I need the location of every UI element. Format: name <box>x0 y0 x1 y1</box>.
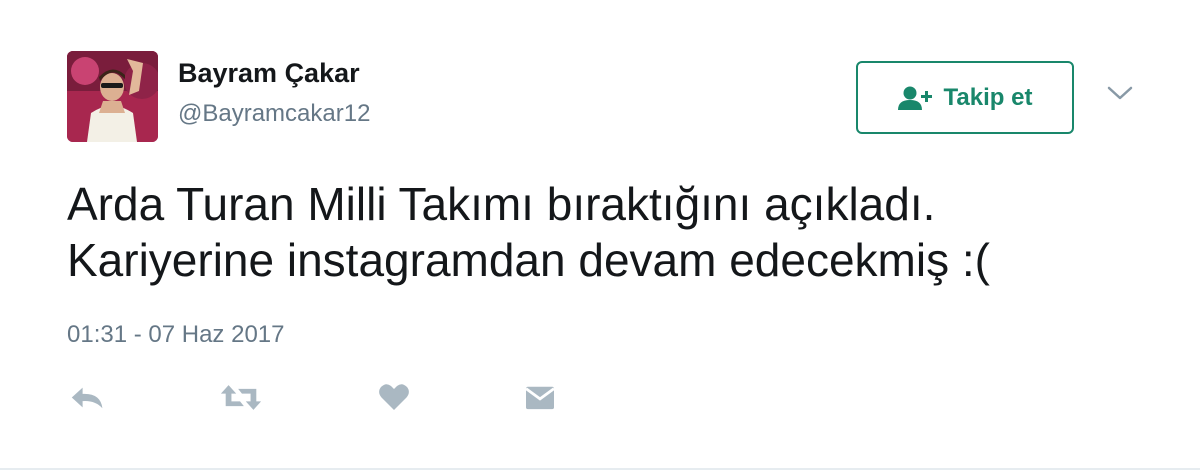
tweet-timestamp[interactable]: 01:31 - 07 Haz 2017 <box>67 321 285 349</box>
like-button[interactable] <box>375 380 413 414</box>
tweet-card: Bayram Çakar @Bayramcakar12 Takip et Ard… <box>0 0 1200 475</box>
retweet-button[interactable] <box>218 380 264 414</box>
reply-button[interactable] <box>68 380 108 414</box>
envelope-icon <box>525 386 555 410</box>
reply-icon <box>71 387 103 408</box>
display-name[interactable]: Bayram Çakar <box>178 58 360 89</box>
follow-button[interactable]: Takip et <box>856 61 1074 134</box>
retweet-icon <box>220 384 262 410</box>
heart-icon <box>379 384 409 410</box>
profile-photo <box>67 51 158 142</box>
tweet-menu-button[interactable] <box>1105 82 1135 104</box>
tweet-text: Arda Turan Milli Takımı bıraktığını açık… <box>67 176 1167 288</box>
divider <box>0 468 1200 470</box>
follow-button-label: Takip et <box>943 83 1033 111</box>
tweet-text-line: Arda Turan Milli Takımı bıraktığını açık… <box>67 178 936 230</box>
direct-message-button[interactable] <box>522 380 558 414</box>
avatar[interactable] <box>67 51 158 142</box>
add-user-icon <box>897 86 932 110</box>
user-handle[interactable]: @Bayramcakar12 <box>178 100 370 128</box>
chevron-down-icon <box>1107 86 1133 100</box>
tweet-text-line: Kariyerine instagramdan devam edecekmiş … <box>67 234 990 286</box>
